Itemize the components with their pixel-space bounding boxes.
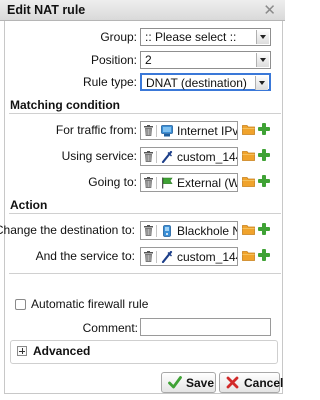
going-to-row: Going to: External (WAN — [5, 171, 281, 193]
dialog-titlebar: Edit NAT rule ✕ — [0, 0, 285, 21]
position-select-value: 2 — [145, 53, 152, 67]
field-divider — [156, 151, 157, 163]
field-divider — [156, 125, 157, 137]
save-button[interactable]: Save — [161, 372, 216, 393]
cancel-button[interactable]: Cancel — [219, 372, 284, 393]
matching-condition-heading: Matching condition — [10, 98, 120, 112]
interface-flag-icon — [162, 177, 173, 189]
advanced-section[interactable]: Advanced — [10, 340, 278, 364]
and-service-row: And the service to: custom_1443 — [5, 245, 281, 267]
change-destination-value: Blackhole NAT — [177, 224, 237, 238]
advanced-label[interactable]: Advanced — [33, 344, 90, 358]
section-divider — [9, 113, 281, 114]
going-to-label: Going to: — [88, 175, 137, 189]
rule-type-row: Rule type: DNAT (destination) — [5, 71, 281, 93]
and-service-label: And the service to: — [35, 249, 135, 263]
rule-type-select-value: DNAT (destination) — [146, 76, 247, 90]
trash-icon[interactable] — [144, 225, 153, 236]
comment-label: Comment: — [82, 321, 138, 335]
change-destination-row: Change the destination to: Blackhole NAT — [0, 219, 281, 241]
traffic-from-field[interactable]: Internet IPv4 — [140, 121, 238, 140]
auto-firewall-label[interactable]: Automatic firewall rule — [31, 297, 148, 311]
going-to-value: External (WAN — [177, 176, 238, 190]
cross-icon — [226, 376, 239, 389]
group-select-value: :: Please select :: — [145, 30, 237, 44]
checkmark-icon — [168, 376, 182, 389]
service-plug-icon — [161, 151, 173, 163]
change-destination-label: Change the destination to: — [0, 223, 135, 237]
group-label: Group: — [100, 30, 137, 44]
service-plug-icon — [161, 251, 173, 263]
action-heading: Action — [10, 198, 48, 212]
folder-icon[interactable] — [242, 176, 255, 187]
add-icon[interactable] — [258, 149, 270, 161]
trash-icon[interactable] — [144, 251, 153, 262]
folder-icon[interactable] — [242, 250, 255, 261]
nat-rule-dialog: Group: :: Please select :: Position: 2 R… — [0, 21, 284, 394]
going-to-field[interactable]: External (WAN — [140, 173, 238, 192]
field-divider — [156, 225, 157, 237]
add-icon[interactable] — [258, 175, 270, 187]
folder-icon[interactable] — [242, 150, 255, 161]
rule-type-select[interactable]: DNAT (destination) — [140, 73, 271, 91]
auto-firewall-checkbox[interactable] — [15, 299, 26, 310]
group-row: Group: :: Please select :: — [5, 26, 281, 48]
add-icon[interactable] — [258, 223, 270, 235]
position-select[interactable]: 2 — [140, 51, 271, 69]
and-service-value: custom_1443 — [177, 250, 237, 264]
dialog-title: Edit NAT rule — [7, 3, 86, 17]
change-destination-field[interactable]: Blackhole NAT — [140, 221, 238, 240]
chevron-down-icon[interactable] — [255, 76, 268, 90]
position-row: Position: 2 — [5, 49, 281, 71]
service-row: Using service: custom_1443 — [5, 145, 281, 167]
chevron-down-icon[interactable] — [256, 30, 269, 44]
folder-icon[interactable] — [242, 224, 255, 235]
comment-input[interactable] — [140, 318, 271, 336]
service-value: custom_1443 — [177, 150, 237, 164]
position-label: Position: — [90, 53, 137, 67]
trash-icon[interactable] — [144, 177, 153, 188]
close-icon[interactable]: ✕ — [263, 1, 276, 19]
service-field[interactable]: custom_1443 — [140, 147, 238, 166]
and-service-field[interactable]: custom_1443 — [140, 247, 238, 266]
network-icon — [161, 125, 173, 137]
folder-icon[interactable] — [242, 124, 255, 135]
traffic-from-value: Internet IPv4 — [177, 124, 238, 138]
trash-icon[interactable] — [144, 125, 153, 136]
add-icon[interactable] — [258, 123, 270, 135]
traffic-from-label: For traffic from: — [55, 123, 137, 137]
add-icon[interactable] — [258, 249, 270, 261]
expand-icon[interactable] — [17, 346, 27, 356]
section-divider — [9, 213, 281, 214]
host-icon — [163, 225, 171, 237]
trash-icon[interactable] — [144, 151, 153, 162]
save-button-label: Save — [186, 376, 215, 390]
traffic-from-row: For traffic from: Internet IPv4 — [5, 119, 281, 141]
cancel-button-label: Cancel — [244, 376, 284, 390]
service-label: Using service: — [61, 149, 137, 163]
rule-type-label: Rule type: — [82, 75, 137, 89]
field-divider — [156, 177, 157, 189]
group-select[interactable]: :: Please select :: — [140, 28, 271, 46]
chevron-down-icon[interactable] — [256, 53, 269, 67]
section-divider — [9, 273, 281, 274]
field-divider — [156, 251, 157, 263]
